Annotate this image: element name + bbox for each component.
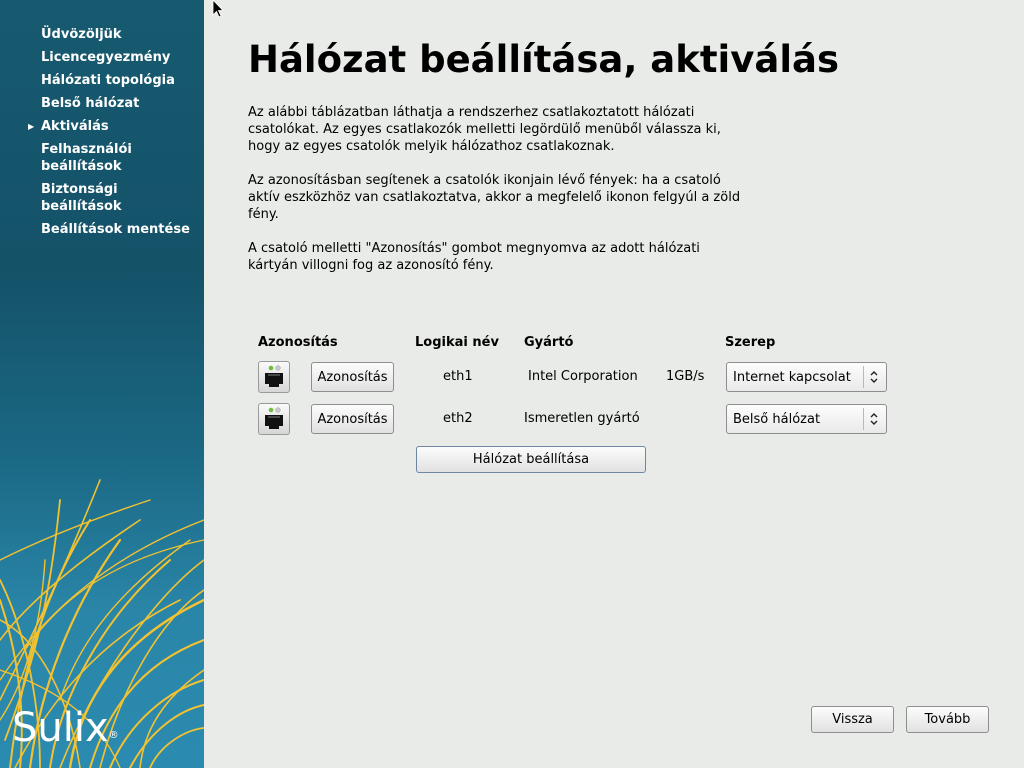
vendor: Intel Corporation: [528, 369, 638, 384]
logical-name: eth2: [443, 411, 473, 426]
current-step-arrow-icon: ▶: [28, 122, 35, 131]
chevron-updown-icon: [870, 413, 878, 425]
column-header-logical-name: Logikai név: [415, 335, 499, 350]
role-select-eth1[interactable]: Internet kapcsolat: [726, 362, 887, 392]
logo-text: Sulix: [12, 705, 109, 751]
sidebar: Üdvözöljük Licencegyezmény Hálózati topo…: [0, 0, 204, 768]
sidebar-item-internal-network[interactable]: Belső hálózat: [0, 95, 204, 112]
back-button[interactable]: Vissza: [811, 706, 894, 733]
sidebar-item-activation[interactable]: ▶ Aktiválás: [0, 118, 204, 135]
sidebar-item-label: Licencegyezmény: [41, 50, 171, 65]
role-select-eth2[interactable]: Belső hálózat: [726, 404, 887, 434]
sulix-logo: Sulix®: [12, 702, 122, 754]
link-speed: 1GB/s: [666, 369, 705, 384]
wizard-steps: Üdvözöljük Licencegyezmény Hálózati topo…: [0, 26, 204, 244]
sidebar-item-save-settings[interactable]: Beállítások mentése: [0, 221, 204, 238]
sidebar-item-label: Belső hálózat: [41, 96, 140, 111]
identify-help-paragraph: A csatoló melletti "Azonosítás" gombot m…: [248, 241, 700, 273]
led-icon: [268, 407, 274, 413]
role-select-value: Belső hálózat: [733, 412, 821, 427]
logical-name: eth1: [443, 369, 473, 384]
mouse-cursor-icon: [212, 0, 224, 18]
network-port-icon: [258, 403, 290, 435]
sidebar-item-label: Hálózati topológia: [41, 73, 175, 88]
configure-network-button[interactable]: Hálózat beállítása: [416, 446, 646, 473]
network-port-icon: [258, 361, 290, 393]
led-icon: [268, 365, 274, 371]
identify-button-eth2[interactable]: Azonosítás: [311, 404, 394, 434]
vendor: Ismeretlen gyártó: [524, 411, 640, 426]
column-header-identify: Azonosítás: [258, 335, 338, 350]
sidebar-item-label: Beállítások mentése: [41, 222, 190, 237]
sidebar-item-label: Felhasználói beállítások: [41, 142, 132, 174]
page-title: Hálózat beállítása, aktiválás: [248, 38, 839, 81]
led-help-paragraph: Az azonosításban segítenek a csatolók ik…: [248, 173, 741, 222]
logo-registered-mark: ®: [108, 730, 119, 741]
sidebar-item-label: Aktiválás: [41, 119, 109, 134]
select-divider: [863, 408, 864, 430]
identify-button-eth1[interactable]: Azonosítás: [311, 362, 394, 392]
sidebar-item-label: Üdvözöljük: [41, 27, 122, 42]
sidebar-item-network-topology[interactable]: Hálózati topológia: [0, 72, 204, 89]
chevron-updown-icon: [870, 371, 878, 383]
sidebar-item-user-settings[interactable]: Felhasználói beállítások: [0, 141, 204, 175]
sidebar-item-security-settings[interactable]: Biztonsági beállítások: [0, 181, 204, 215]
intro-paragraph: Az alábbi táblázatban láthatja a rendsze…: [248, 105, 721, 154]
column-header-vendor: Gyártó: [524, 335, 574, 350]
role-select-value: Internet kapcsolat: [733, 370, 851, 385]
sidebar-item-welcome[interactable]: Üdvözöljük: [0, 26, 204, 43]
next-button[interactable]: Tovább: [906, 706, 989, 733]
sidebar-item-label: Biztonsági beállítások: [41, 182, 122, 214]
sidebar-item-license[interactable]: Licencegyezmény: [0, 49, 204, 66]
select-divider: [863, 366, 864, 388]
column-header-role: Szerep: [725, 335, 776, 350]
